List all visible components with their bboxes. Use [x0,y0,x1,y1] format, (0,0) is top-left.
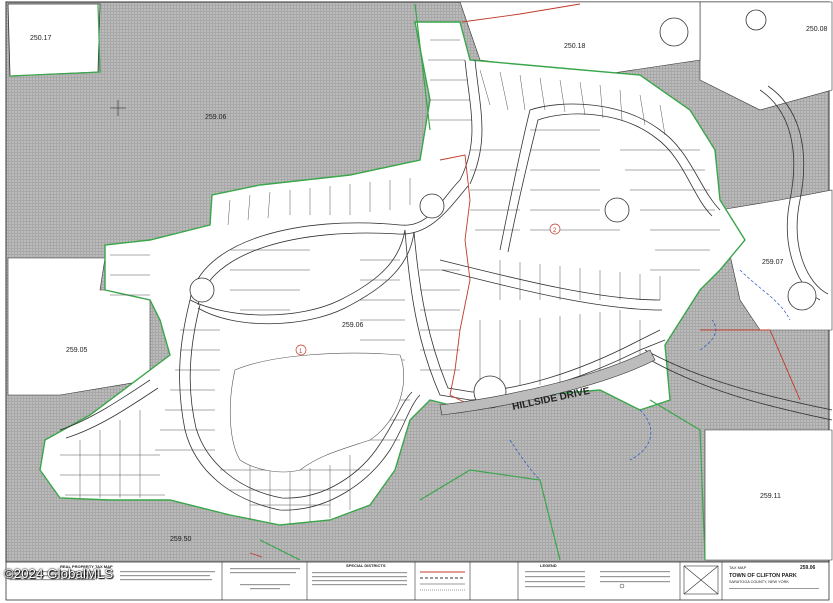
title-sheet-number: 259.06 [800,565,816,571]
legend-title: LEGEND [540,563,557,568]
parcel-label-259-07: 259.07 [762,259,784,266]
special-districts-title: SPECIAL DISTRICTS [346,563,386,568]
parcel-label-250-18: 250.18 [564,43,586,50]
parcel-label-250-17: 250.17 [30,35,52,42]
parcel-label-259-50: 259.50 [170,536,192,543]
parcel-label-259-05: 259.05 [66,347,88,354]
tax-map-canvas: HILLSIDE DRIVE 250.17 259.06 250.18 250.… [5,1,833,601]
parcel-250-17 [7,3,101,77]
parcel-label-250-08: 250.08 [806,26,828,33]
tax-map: HILLSIDE DRIVE 250.17 259.06 250.18 250.… [0,0,833,603]
title-county: SARATOGA COUNTY, NEW YORK [729,580,789,584]
area-marker-1: 1 [295,344,307,356]
parcel-label-259-11: 259.11 [760,493,781,500]
title-town: TOWN OF CLIFTON PARK [729,573,797,579]
copyright-watermark: ©2024 GlobalMLS [4,566,114,581]
parcel-label-259-06-b: 259.06 [342,322,364,329]
title-tax-map: TAX MAP [729,565,747,570]
title-fineprint [729,588,819,589]
north-arrow-box [683,565,719,595]
area-marker-2: 2 [549,223,561,235]
parcel-label-259-06-a: 259.06 [205,114,227,121]
